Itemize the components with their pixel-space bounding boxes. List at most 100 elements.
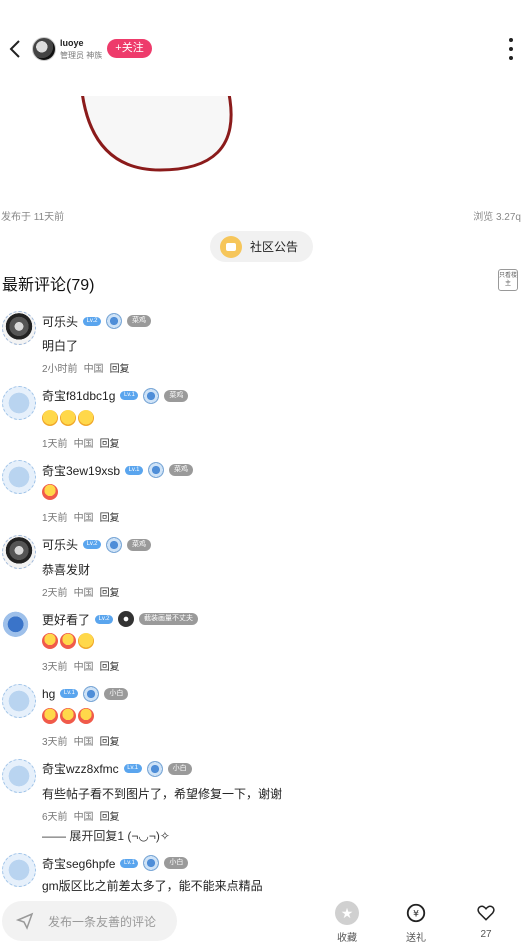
level-badge: Lv.1 — [60, 689, 79, 699]
emoji-icon — [60, 707, 76, 724]
emoji-content[interactable] — [42, 633, 94, 650]
commenter-name[interactable]: 可乐头 — [42, 313, 78, 330]
reply-button[interactable]: 回复 — [100, 439, 120, 450]
avatar[interactable] — [2, 758, 36, 793]
comment-location: 中国 — [73, 736, 94, 748]
heart-icon — [477, 905, 495, 921]
medal-icon — [118, 611, 135, 628]
comment-time: 2天前 — [42, 587, 68, 599]
emoji-icon — [78, 707, 94, 724]
comment-time: 2小时前 — [42, 364, 78, 375]
comment-time: 3天前 — [42, 736, 68, 748]
more-options-icon[interactable] — [507, 38, 515, 60]
avatar[interactable] — [2, 683, 36, 718]
comment-location: 中国 — [73, 587, 94, 599]
like-button[interactable]: 27 — [466, 901, 506, 943]
title-tag: 菜鸡 — [164, 389, 189, 402]
medal-icon — [106, 536, 123, 553]
commenter-name[interactable]: hg — [42, 687, 55, 701]
like-count: 27 — [480, 929, 492, 940]
comment-input[interactable]: 发布一条友善的评论 — [2, 901, 177, 941]
comment-item: 可乐头 Lv.2 菜鸡 恭喜发财 2天前 中国 回复 — [0, 527, 527, 602]
emoji-icon — [42, 633, 58, 650]
comment-time: 1天前 — [42, 513, 68, 525]
gift-button[interactable]: ¥ 送礼 — [396, 901, 436, 943]
favorite-button[interactable]: ★ 收藏 — [327, 901, 367, 943]
comment-time: 3天前 — [42, 662, 68, 674]
avatar[interactable] — [2, 609, 36, 644]
avatar[interactable] — [2, 534, 36, 569]
comment-item: 奇宝wzz8xfmc Lv.1 小白 有些帖子看不到图片了，希望修复一下，谢谢 … — [0, 751, 527, 826]
commenter-name[interactable]: 奇宝f81dbc1g — [42, 387, 115, 404]
favorite-label: 收藏 — [337, 933, 357, 943]
comment-location: 中国 — [73, 438, 94, 450]
back-button[interactable] — [4, 38, 26, 60]
top-bar: luoye 管理员 神族 +关注 — [0, 0, 527, 96]
comment-text[interactable]: 明白了 — [42, 337, 78, 354]
emoji-icon — [78, 409, 94, 426]
avatar[interactable] — [2, 853, 36, 888]
emoji-content[interactable] — [42, 484, 58, 501]
commenter-name[interactable]: 奇宝seg6hpfe — [42, 855, 115, 872]
comment-time: 1天前 — [42, 438, 68, 450]
reply-button[interactable]: 回复 — [100, 513, 120, 524]
comment-location: 中国 — [73, 513, 94, 525]
title-tag: 小白 — [164, 857, 189, 870]
comment-text[interactable]: gm版区比之前差太多了，能不能来点精品 — [42, 877, 263, 894]
emoji-icon — [42, 707, 58, 724]
post-meta: 发布于 11天前 浏览 3.27q — [0, 208, 527, 224]
reply-button[interactable]: 回复 — [100, 812, 120, 823]
megaphone-icon — [220, 235, 242, 258]
reply-button[interactable]: 回复 — [100, 662, 120, 673]
commenter-name[interactable]: 可乐头 — [42, 536, 78, 553]
level-badge: Lv.1 — [125, 465, 144, 475]
svg-text:¥: ¥ — [413, 909, 419, 920]
reply-button[interactable]: 回复 — [100, 588, 120, 599]
comments-title: 最新评论(79) — [2, 277, 95, 294]
gift-label: 送礼 — [406, 933, 426, 943]
level-badge: Lv.2 — [83, 540, 102, 550]
emoji-content[interactable] — [42, 707, 94, 724]
comment-text[interactable]: 恭喜发财 — [42, 561, 90, 578]
comment-input-placeholder: 发布一条友善的评论 — [48, 914, 157, 929]
level-badge: Lv.2 — [95, 614, 114, 624]
comment-text[interactable]: 有些帖子看不到图片了，希望修复一下，谢谢 — [42, 785, 282, 802]
send-icon — [16, 912, 34, 930]
emoji-content[interactable] — [42, 409, 94, 426]
only-owner-toggle[interactable]: 只看楼主 — [498, 269, 518, 291]
back-arrow-icon — [9, 40, 20, 58]
commenter-name[interactable]: 奇宝wzz8xfmc — [42, 760, 119, 777]
follow-button[interactable]: +关注 — [107, 39, 152, 58]
commenter-name[interactable]: 更好看了 — [42, 611, 90, 628]
gift-coin-icon: ¥ — [406, 903, 426, 923]
title-tag: 菜鸡 — [127, 315, 152, 327]
community-notice-button[interactable]: 社区公告 — [210, 231, 313, 262]
author-avatar[interactable] — [32, 37, 56, 61]
notice-label: 社区公告 — [250, 240, 299, 254]
emoji-icon — [60, 409, 76, 426]
expand-replies-button[interactable]: —— 展开回复1 (¬◡¬)✧ — [42, 827, 170, 844]
level-badge: Lv.1 — [120, 391, 139, 401]
comment-time: 6天前 — [42, 811, 68, 823]
comment-location: 中国 — [83, 364, 104, 375]
level-badge: Lv.2 — [83, 316, 102, 326]
title-tag: 小白 — [104, 687, 129, 700]
level-badge: Lv.1 — [120, 858, 139, 868]
comment-location: 中国 — [73, 662, 94, 674]
comment-list: 可乐头 Lv.2 菜鸡 明白了 2小时前 中国 回复 奇宝f81dbc1g Lv.1… — [0, 303, 527, 920]
avatar[interactable] — [2, 311, 36, 345]
title-tag: 截装画量不丈夫 — [139, 613, 199, 626]
emoji-icon — [42, 484, 58, 501]
emoji-icon — [78, 633, 94, 650]
avatar[interactable] — [2, 460, 36, 495]
reply-button[interactable]: 回复 — [100, 737, 120, 748]
comment-item: 可乐头 Lv.2 菜鸡 明白了 2小时前 中国 回复 — [0, 303, 527, 378]
reply-button[interactable]: 回复 — [110, 364, 130, 375]
author-name[interactable]: luoye — [60, 38, 84, 48]
emoji-icon — [42, 409, 58, 426]
comment-item: 奇宝f81dbc1g Lv.1 菜鸡 1天前 中国 回复 — [0, 378, 527, 453]
author-subtitle: 管理员 神族 — [60, 51, 103, 60]
medal-icon — [148, 462, 165, 479]
commenter-name[interactable]: 奇宝3ew19xsb — [42, 462, 120, 479]
avatar[interactable] — [2, 385, 36, 420]
